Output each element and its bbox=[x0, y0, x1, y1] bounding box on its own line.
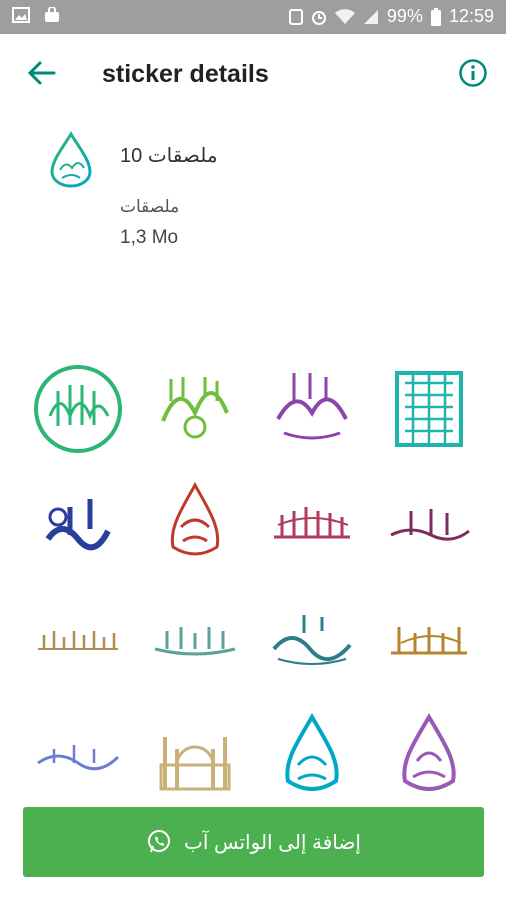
calligraphy-kufic-square-icon bbox=[395, 371, 463, 447]
sticker-10[interactable] bbox=[137, 584, 253, 698]
calligraphy-line-blue-icon bbox=[37, 745, 120, 771]
whatsapp-icon bbox=[148, 830, 171, 853]
battery-icon bbox=[430, 7, 441, 26]
calligraphy-line-teal-icon bbox=[154, 627, 236, 656]
calligraphy-bismillah-red-icon bbox=[170, 481, 220, 556]
signal-icon bbox=[363, 9, 378, 24]
calligraphy-muhammad-blue-icon bbox=[45, 499, 111, 551]
calligraphy-subhanallah-icon bbox=[390, 509, 470, 541]
calligraphy-circle-green-icon bbox=[34, 365, 122, 453]
sticker-grid bbox=[20, 352, 486, 812]
calligraphy-saeed-icon bbox=[272, 615, 352, 665]
calligraphy-shahada-pink-icon bbox=[274, 507, 350, 539]
alarm-icon bbox=[311, 10, 326, 25]
calligraphy-eid-mubarak-icon bbox=[161, 377, 229, 439]
sticker-6[interactable] bbox=[137, 468, 253, 582]
sticker-8[interactable] bbox=[371, 468, 487, 582]
sticker-1[interactable] bbox=[20, 352, 136, 466]
app-bar: sticker details bbox=[0, 34, 506, 118]
sticker-16[interactable] bbox=[371, 700, 487, 814]
wifi-icon bbox=[334, 8, 355, 24]
sticker-15[interactable] bbox=[254, 700, 370, 814]
calligraphy-teardrop-teal-icon bbox=[285, 713, 339, 791]
pack-size: 1,3 Mo bbox=[120, 227, 179, 248]
pack-publisher: ملصقات bbox=[120, 197, 180, 216]
clock: 12:59 bbox=[448, 6, 494, 26]
sticker-14[interactable] bbox=[137, 700, 253, 814]
mosque-silhouette-icon bbox=[159, 737, 231, 791]
back-arrow-icon[interactable] bbox=[24, 56, 58, 90]
calligraphy-teardrop-purple-icon bbox=[402, 713, 456, 791]
nfc-icon bbox=[288, 8, 303, 25]
info-icon[interactable] bbox=[458, 58, 488, 88]
add-to-whatsapp-button[interactable]: إضافة إلى الواتس آب bbox=[23, 807, 484, 877]
sticker-13[interactable] bbox=[20, 700, 136, 814]
calligraphy-quran-pink-icon bbox=[276, 373, 348, 440]
sticker-3[interactable] bbox=[254, 352, 370, 466]
image-notification-icon bbox=[12, 7, 30, 23]
sticker-4[interactable] bbox=[371, 352, 487, 466]
pack-name: 10 ملصقات bbox=[120, 145, 218, 167]
add-button-label: إضافة إلى الواتس آب bbox=[184, 831, 361, 854]
calligraphy-quran-kareem-icon bbox=[391, 627, 467, 655]
sticker-7[interactable] bbox=[254, 468, 370, 582]
page-title: sticker details bbox=[102, 60, 269, 88]
battery-percent: 99% bbox=[386, 6, 423, 26]
sticker-12[interactable] bbox=[371, 584, 487, 698]
sticker-5[interactable] bbox=[20, 468, 136, 582]
sticker-11[interactable] bbox=[254, 584, 370, 698]
sticker-9[interactable] bbox=[20, 584, 136, 698]
shopping-bag-icon bbox=[45, 7, 59, 22]
calligraphy-line-gold-icon bbox=[38, 631, 118, 650]
status-bar: 99% 12:59 bbox=[0, 0, 506, 34]
pack-tray-icon bbox=[50, 131, 92, 188]
sticker-2[interactable] bbox=[137, 352, 253, 466]
